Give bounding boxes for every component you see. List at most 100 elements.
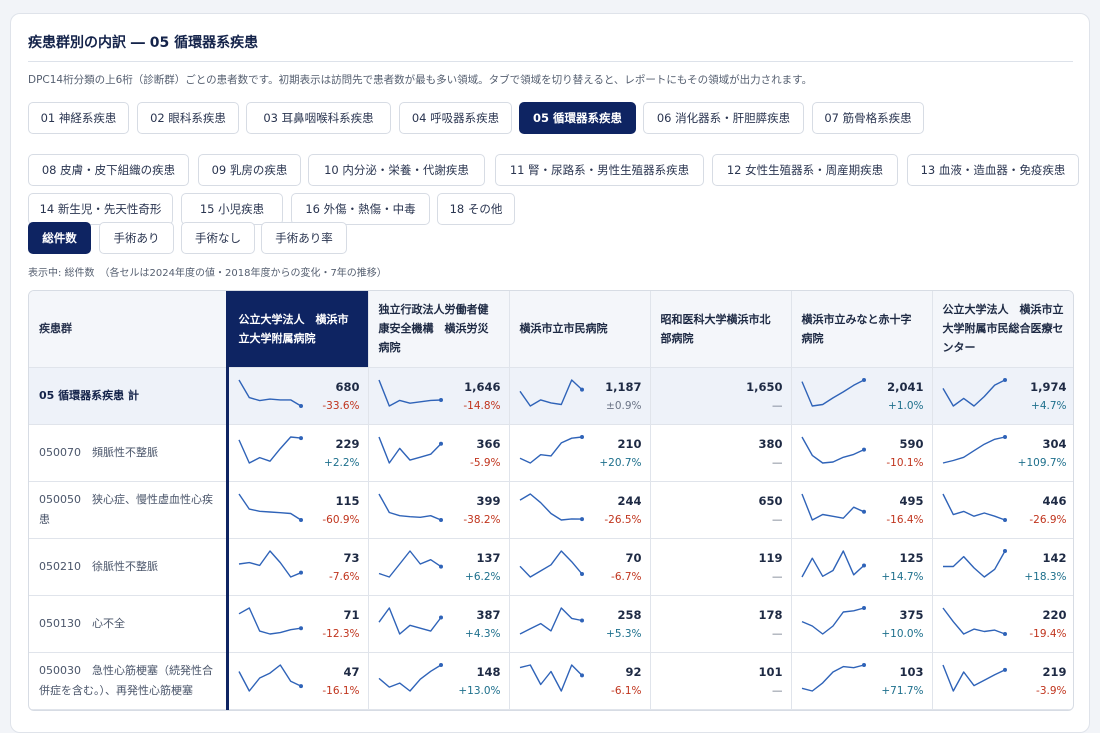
tab-18[interactable]: 18 その他 [437,193,515,225]
sparkline [800,436,866,464]
tab-04[interactable]: 04 呼吸器系疾患 [399,102,512,134]
sparkline [518,378,584,407]
disease-group-name: 050070 頻脈性不整脈 [29,424,228,482]
sparkline-path [238,549,301,578]
sparkline [518,549,584,578]
sparkline-path [941,664,1005,692]
sparkline [801,605,866,635]
header-hospital: 昭和医科大学横浜市北部病院 [650,291,792,368]
header-hospital: 独立行政法人労働者健康安全機構 横浜労災病院 [368,291,510,368]
metric-cell: 229 +2.2% [225,424,369,482]
metric-cell: 2,041 +1.0% [791,367,933,425]
cell-change: +4.3% [465,627,501,640]
metric-cell: 220 -19.4% [932,595,1073,653]
cell-change: +13.0% [458,684,501,697]
cell-change: +1.0% [888,399,924,412]
metric-cell: 219 -3.9% [932,652,1073,710]
cell-value: 1,974 [1030,379,1067,394]
metric-cell: 115 -60.9% [225,481,369,539]
metric-cell: 148 +13.0% [368,652,510,710]
cell-change: +109.7% [1017,456,1067,469]
sparkline-last-point [438,615,443,620]
cell-value: 229 [335,436,360,451]
sparkline [237,379,303,408]
tab-16[interactable]: 16 外傷・熱傷・中毒 [291,193,430,225]
tab-05[interactable]: 05 循環器系疾患 [519,102,636,134]
cell-value: 380 [758,436,783,451]
cell-change: +71.7% [881,684,924,697]
cell-change: -10.1% [886,456,924,469]
tab-13[interactable]: 13 血液・造血器・免疫疾患 [907,154,1079,186]
header-disease-group: 疾患群 [29,291,228,368]
sparkline [519,492,584,521]
metric-total-button[interactable]: 総件数 [28,222,91,254]
sparkline-path [237,379,301,407]
sparkline [941,607,1007,636]
cell-value: 680 [335,379,360,394]
sparkline-path [377,606,442,635]
sparkline [942,434,1007,464]
disease-group-name: 050030 急性心筋梗塞（続発性合併症を含む。）、再発性心筋梗塞 [29,652,228,710]
sparkline-last-point [861,662,866,667]
tab-11[interactable]: 11 腎・尿路系・男性生殖器系疾患 [495,154,704,186]
cell-change: +20.7% [599,456,642,469]
tab-02[interactable]: 02 眼科系疾患 [137,102,239,134]
sparkline-last-point [298,625,303,630]
cell-value: 137 [476,550,501,565]
metric-surgery-button[interactable]: 手術あり [99,222,174,254]
tab-06[interactable]: 06 消化器系・肝胆膵疾患 [643,102,804,134]
section-title: 疾患群別の内訳 ― 05 循環器系疾患 [28,35,259,51]
disease-group-name: 050050 狭心症、慢性虚血性心疾患 [29,481,228,539]
sparkline-last-point [1002,377,1007,382]
tab-10[interactable]: 10 内分泌・栄養・代謝疾患 [308,154,485,186]
cell-change: -14.8% [463,399,501,412]
cell-change: +14.7% [881,570,924,583]
metric-cell: 495 -16.4% [791,481,933,539]
sparkline-path [942,435,1005,464]
cell-value: 125 [899,550,924,565]
cell-change: — [772,627,783,640]
sparkline-last-point [438,517,443,522]
section-description: DPC14桁分類の上6桁（診断群）ごとの患者数です。初期表示は訪問先で患者数が最… [28,74,813,86]
cell-value: 2,041 [887,379,924,394]
metric-no-surgery-button[interactable]: 手術なし [181,222,255,254]
tab-14[interactable]: 14 新生児・先天性奇形 [28,193,173,225]
sparkline-last-point [579,434,584,439]
sparkline-path [941,378,1005,407]
sparkline [941,377,1007,407]
metric-cell: 137 +6.2% [368,538,510,596]
cell-change: -60.9% [322,513,360,526]
sparkline [519,434,584,464]
sparkline-last-point [861,605,866,610]
sparkline-last-point [298,517,303,522]
metric-cell: 71 -12.3% [225,595,369,653]
cell-change: -6.7% [611,570,642,583]
sparkline [800,493,866,521]
tab-07[interactable]: 07 筋骨格系疾患 [812,102,924,134]
tab-01[interactable]: 01 神経系疾患 [28,102,129,134]
cell-change: -3.9% [1036,684,1067,697]
sparkline-path [518,378,582,407]
sparkline [941,493,1007,522]
sparkline [800,549,866,577]
tab-08[interactable]: 08 皮膚・皮下組織の疾患 [28,154,189,186]
metric-surgery-rate-button[interactable]: 手術あり率 [261,222,347,254]
metric-cell: 210 +20.7% [509,424,651,482]
table-row: 050030 急性心筋梗塞（続発性合併症を含む。）、再発性心筋梗塞 47 -16.1… [29,652,1073,710]
cell-value: 399 [476,493,501,508]
sparkline-last-point [298,435,303,440]
tab-12[interactable]: 12 女性生殖器系・周産期疾患 [712,154,898,186]
tab-09[interactable]: 09 乳房の疾患 [198,154,301,186]
sparkline [237,493,303,522]
sparkline-last-point [579,571,584,576]
cell-change: -16.1% [322,684,360,697]
tab-15[interactable]: 15 小児疾患 [181,193,283,225]
cell-value: 375 [899,607,924,622]
metric-cell: 70 -6.7% [509,538,651,596]
cell-change: +5.3% [606,627,642,640]
table-row: 050050 狭心症、慢性虚血性心疾患 115 -60.9% 399 -38.2% 244… [29,481,1073,539]
tab-03[interactable]: 03 耳鼻咽喉科系疾患 [246,102,391,134]
sparkline-last-point [298,570,303,575]
cell-value: 219 [1042,664,1067,679]
metric-cell: 387 +4.3% [368,595,510,653]
